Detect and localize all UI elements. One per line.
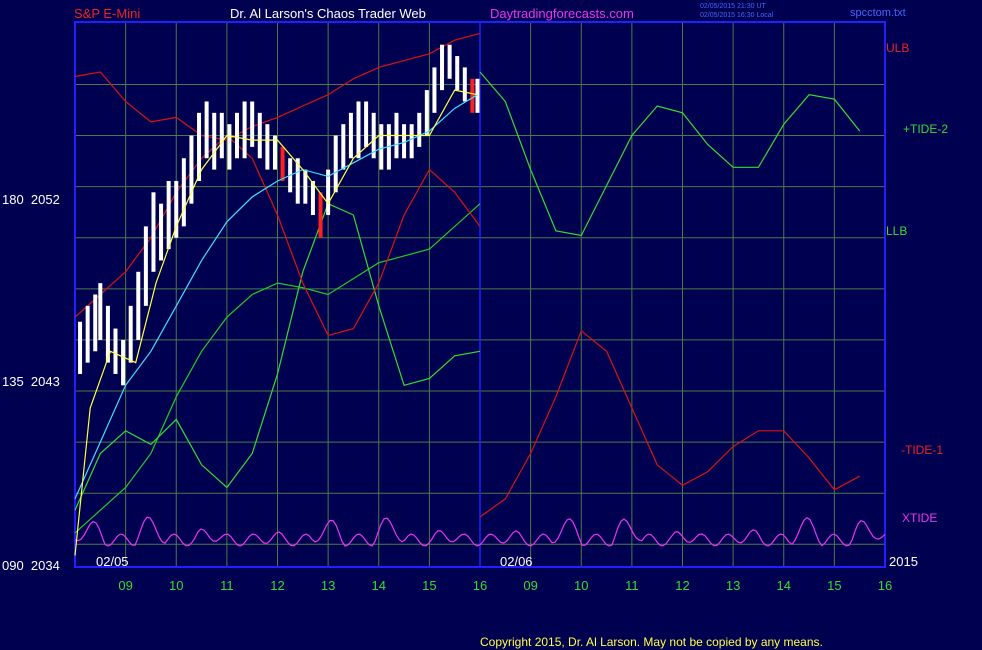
price-bar bbox=[364, 101, 369, 147]
price-bar bbox=[93, 294, 98, 352]
price-bar bbox=[379, 124, 384, 170]
price-bar bbox=[197, 112, 202, 181]
price-bar bbox=[409, 124, 414, 159]
price-bar bbox=[98, 283, 103, 340]
price-bar bbox=[462, 67, 467, 102]
date-label-day2: 02/06 bbox=[500, 554, 533, 569]
timestamp-ut: 02/05/2015 21:30 UT bbox=[700, 3, 766, 10]
site-link[interactable]: Daytradingforecasts.com bbox=[490, 6, 634, 21]
x-tick-label: 10 bbox=[169, 578, 183, 593]
price-bar bbox=[121, 339, 126, 386]
price-bar bbox=[470, 78, 475, 113]
price-bar bbox=[159, 203, 164, 261]
x-tick-label: 09 bbox=[523, 578, 537, 593]
price-bar bbox=[432, 67, 437, 113]
price-bar bbox=[113, 328, 118, 374]
price-bar bbox=[424, 90, 429, 136]
y-tick-label: 090 2034 bbox=[2, 558, 60, 573]
price-bar bbox=[227, 124, 232, 170]
x-tick-label: 12 bbox=[675, 578, 689, 593]
price-bar bbox=[341, 124, 346, 170]
price-bar bbox=[455, 56, 460, 91]
price-bar bbox=[166, 180, 171, 250]
price-bar bbox=[85, 305, 90, 363]
x-tick-label: 11 bbox=[220, 578, 234, 593]
x-tick-label: 16 bbox=[878, 578, 892, 593]
ulb-label: ULB bbox=[886, 41, 909, 55]
year-label: 2015 bbox=[889, 554, 918, 569]
price-bar bbox=[333, 135, 338, 193]
price-bar bbox=[181, 158, 186, 227]
price-bar bbox=[235, 112, 239, 159]
author-title: Dr. Al Larson's Chaos Trader Web bbox=[230, 6, 426, 21]
x-tick-label: 14 bbox=[777, 578, 791, 593]
chart-canvas: S&P E-Mini Dr. Al Larson's Chaos Trader … bbox=[2, 3, 948, 649]
date-label-day1: 02/05 bbox=[96, 554, 129, 569]
price-bar bbox=[356, 101, 361, 159]
price-bar bbox=[128, 305, 133, 363]
price-bar bbox=[212, 112, 217, 170]
price-bars bbox=[78, 44, 480, 386]
llb-label: LLB bbox=[886, 224, 907, 238]
price-bar bbox=[204, 101, 209, 159]
x-axis-ticks: 09 10 11 12 13 14 15 16 09 10 11 12 13 14 15 16 bbox=[118, 578, 892, 593]
tide-plus2-label: +TIDE-2 bbox=[903, 122, 948, 136]
price-bar bbox=[447, 44, 452, 79]
x-tick-label: 09 bbox=[118, 578, 132, 593]
x-tick-label: 13 bbox=[321, 578, 335, 593]
tide-minus1-label: -TIDE-1 bbox=[901, 443, 943, 457]
y-tick-label: 180 2052 bbox=[2, 192, 60, 207]
x-tick-label: 14 bbox=[372, 578, 386, 593]
x-tick-label: 11 bbox=[625, 578, 639, 593]
price-bar bbox=[242, 101, 247, 159]
instrument-label: S&P E-Mini bbox=[74, 6, 140, 21]
x-tick-label: 13 bbox=[726, 578, 740, 593]
price-bar bbox=[136, 271, 141, 340]
price-bar bbox=[78, 321, 83, 374]
price-bar bbox=[143, 226, 148, 306]
price-bar bbox=[318, 192, 323, 238]
price-bar bbox=[280, 146, 285, 181]
price-bar bbox=[219, 112, 224, 159]
price-bar bbox=[348, 112, 353, 159]
tide-plus2-forecast-line bbox=[479, 71, 861, 237]
price-bar bbox=[265, 124, 270, 170]
price-bar bbox=[257, 112, 262, 159]
timestamp-local: 02/05/2015 16:30 Local bbox=[700, 12, 774, 19]
xtide-label: XTIDE bbox=[902, 511, 937, 525]
price-bar bbox=[440, 44, 445, 91]
price-bar bbox=[417, 112, 422, 147]
x-tick-label: 15 bbox=[827, 578, 841, 593]
price-bar bbox=[151, 192, 156, 272]
x-tick-label: 16 bbox=[473, 578, 487, 593]
x-tick-label: 15 bbox=[422, 578, 436, 593]
x-tick-label: 10 bbox=[574, 578, 588, 593]
y-tick-label: 135 2043 bbox=[2, 374, 60, 389]
copyright-notice: Copyright 2015, Dr. Al Larson. May not b… bbox=[480, 635, 823, 649]
data-filename: spcctom.txt bbox=[850, 7, 906, 19]
tide-minus1-forecast-line bbox=[479, 329, 860, 518]
x-tick-label: 12 bbox=[270, 578, 284, 593]
